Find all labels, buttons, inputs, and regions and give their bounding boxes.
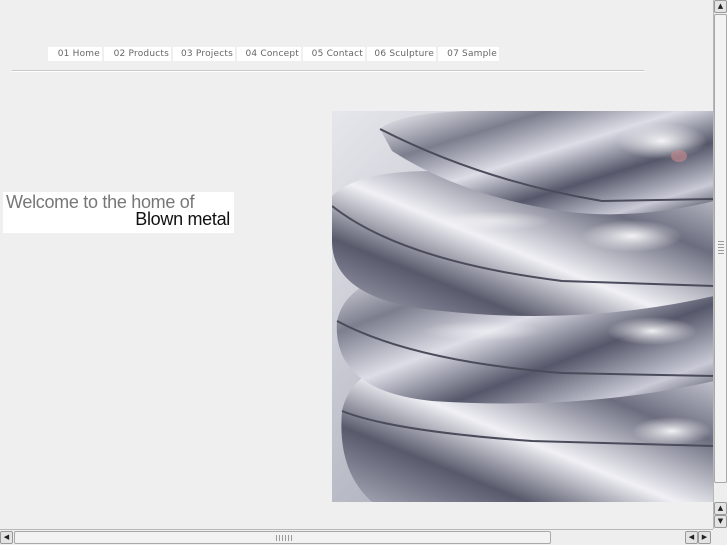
nav-item-products[interactable]: 02 Products bbox=[104, 47, 171, 61]
grip-icon bbox=[718, 241, 724, 255]
arrow-up-icon[interactable]: ▲ bbox=[714, 0, 727, 13]
arrow-down-icon[interactable]: ▼ bbox=[714, 515, 727, 528]
horizontal-scroll-thumb[interactable] bbox=[14, 531, 551, 544]
blown-metal-image bbox=[332, 111, 714, 502]
brand-name: Blown metal bbox=[135, 209, 230, 229]
nav-item-contact[interactable]: 05 Contact bbox=[303, 47, 365, 61]
hero-image bbox=[332, 111, 714, 502]
arrow-right-icon[interactable]: ▶ bbox=[698, 531, 711, 544]
arrow-left-icon[interactable]: ◀ bbox=[0, 531, 13, 544]
arrow-up-icon[interactable]: ▲ bbox=[714, 502, 727, 515]
nav-item-home[interactable]: 01 Home bbox=[48, 47, 102, 61]
nav-item-sculpture[interactable]: 06 Sculpture bbox=[367, 47, 436, 61]
nav-item-concept[interactable]: 04 Concept bbox=[237, 47, 301, 61]
vertical-scroll-thumb[interactable] bbox=[714, 14, 727, 483]
scrollbar-corner bbox=[713, 529, 727, 545]
nav-item-projects[interactable]: 03 Projects bbox=[173, 47, 235, 61]
grip-icon bbox=[276, 535, 292, 541]
nav-item-sample[interactable]: 07 Sample bbox=[438, 47, 499, 61]
arrow-left-icon[interactable]: ◀ bbox=[685, 531, 698, 544]
main-navigation: 01 Home 02 Products 03 Projects 04 Conce… bbox=[48, 47, 499, 61]
nav-divider bbox=[12, 70, 644, 72]
vertical-scrollbar[interactable]: ▲ ▲ ▼ bbox=[713, 0, 727, 529]
horizontal-scrollbar[interactable]: ◀ ◀ ▶ bbox=[0, 529, 713, 545]
welcome-box: Welcome to the home of Blown metal bbox=[3, 192, 234, 233]
